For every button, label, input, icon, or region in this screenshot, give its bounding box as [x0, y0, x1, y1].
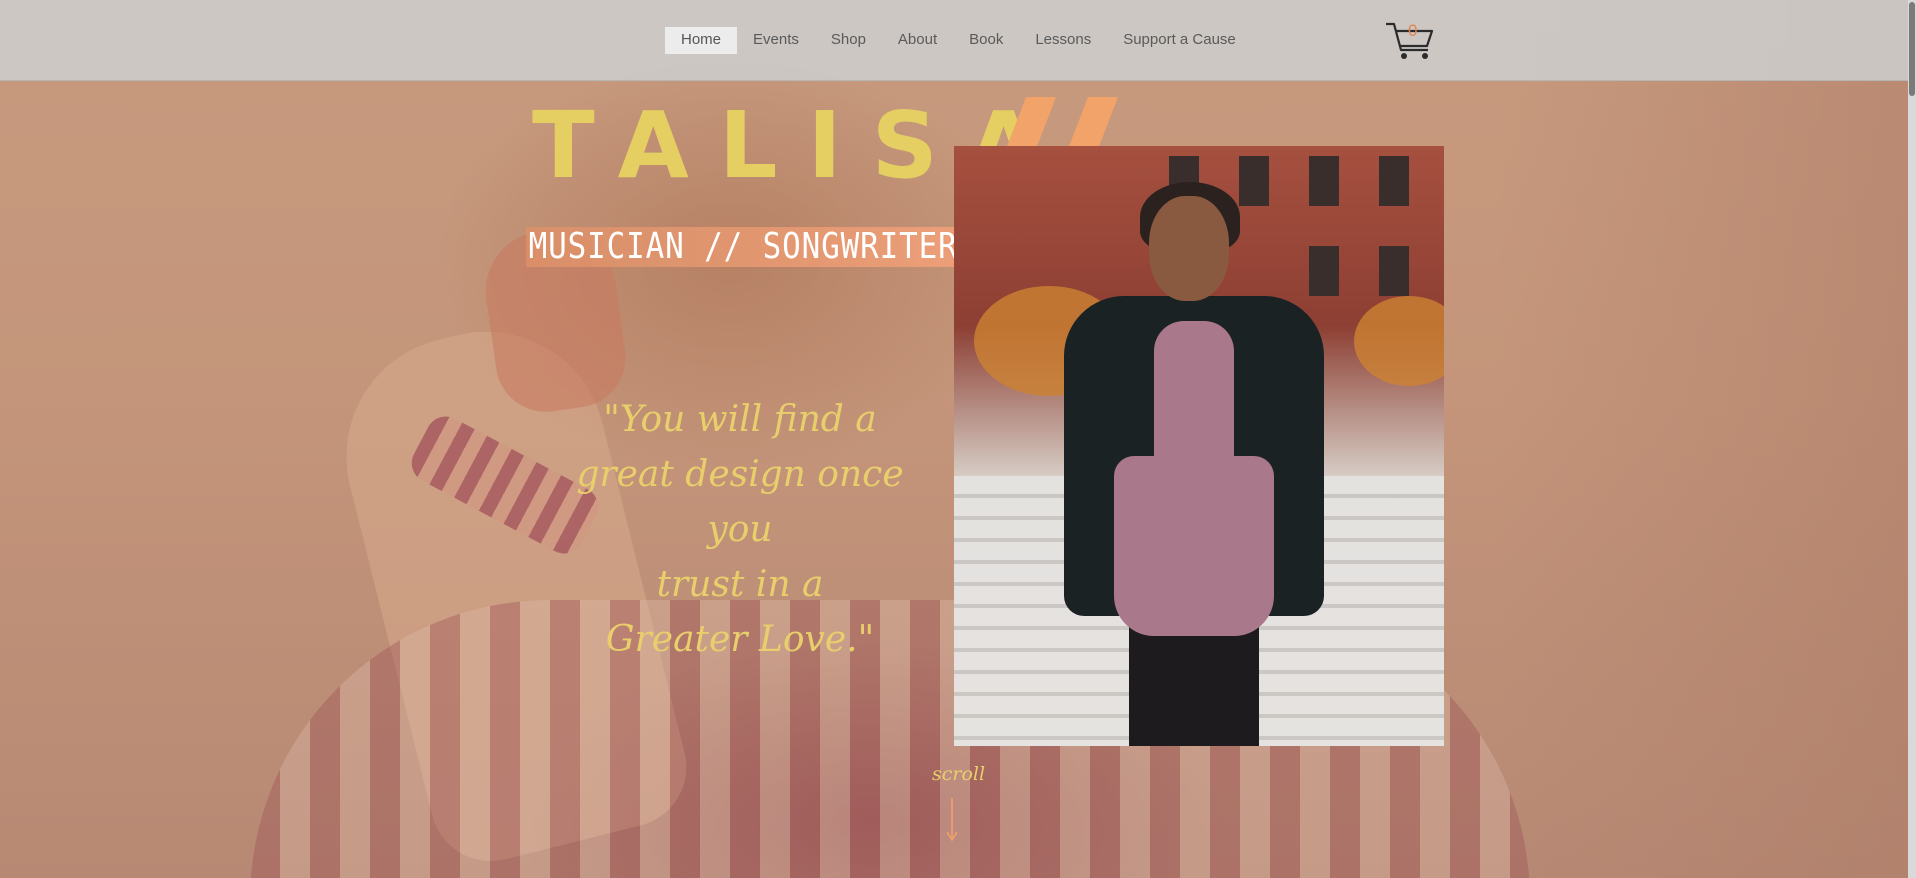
main-nav: Home Events Shop About Book Lessons Supp…: [665, 27, 1252, 54]
quote-line: "You will find a: [603, 399, 877, 440]
photo-building-window: [1379, 246, 1409, 296]
photo-building-window: [1309, 156, 1339, 206]
quote-line: Greater Love.": [605, 619, 875, 660]
quote-line: trust in a: [656, 564, 824, 605]
photo-building-window: [1379, 156, 1409, 206]
scrollbar-thumb[interactable]: [1909, 2, 1915, 96]
nav-item-shop[interactable]: Shop: [815, 27, 882, 54]
background-shade: [1496, 0, 1916, 878]
nav-item-about[interactable]: About: [882, 27, 953, 54]
nav-item-support-a-cause[interactable]: Support a Cause: [1107, 27, 1252, 54]
photo-building-window: [1239, 156, 1269, 206]
tagline: MUSICIAN // SONGWRITER: [526, 227, 961, 267]
photo-person-shirt: [1154, 321, 1234, 481]
photo-foliage: [1354, 296, 1444, 386]
photo-person-head: [1149, 196, 1229, 301]
nav-item-book[interactable]: Book: [953, 27, 1019, 54]
nav-item-lessons[interactable]: Lessons: [1019, 27, 1107, 54]
site-header: Home Events Shop About Book Lessons Supp…: [0, 0, 1908, 81]
page: Home Events Shop About Book Lessons Supp…: [0, 0, 1916, 878]
cart-count: 0: [1408, 21, 1418, 40]
page-scrollbar[interactable]: [1908, 0, 1916, 878]
nav-item-events[interactable]: Events: [737, 27, 815, 54]
photo-building-window: [1309, 246, 1339, 296]
photo-person-dress: [1114, 456, 1274, 636]
scroll-link[interactable]: scroll: [932, 763, 985, 785]
nav-item-home[interactable]: Home: [665, 27, 738, 54]
hero-quote: "You will find a great design once you t…: [545, 392, 935, 667]
artist-photo: [954, 146, 1444, 746]
arrow-down-icon[interactable]: [946, 798, 958, 842]
quote-line: great design once you: [576, 454, 904, 550]
cart-button[interactable]: 0: [1384, 20, 1436, 62]
